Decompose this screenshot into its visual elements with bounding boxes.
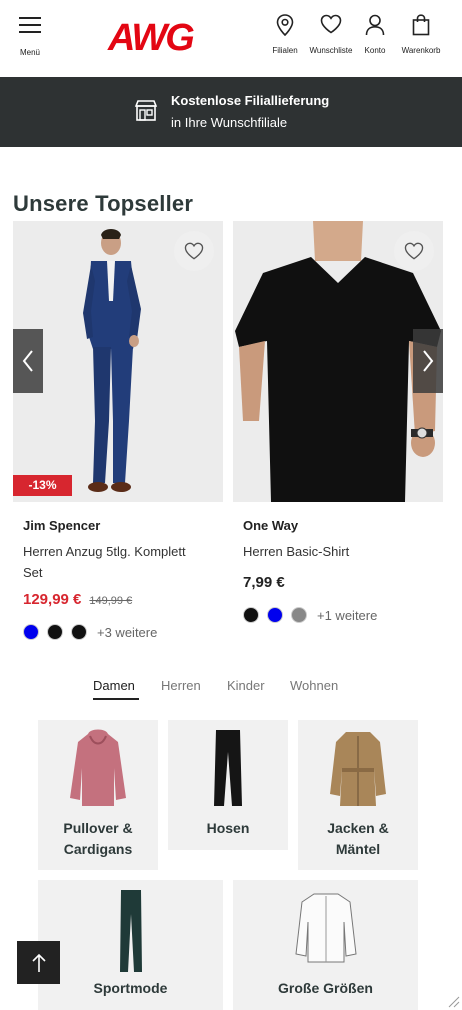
- resize-grip-icon[interactable]: [446, 994, 460, 1008]
- svg-text:AWG: AWG: [107, 17, 194, 56]
- color-swatches: +1 weitere: [243, 607, 443, 623]
- color-swatch-blue[interactable]: [23, 624, 39, 640]
- discount-badge: -13%: [13, 475, 72, 496]
- product-card[interactable]: One Way Herren Basic-Shirt 7,99 € +1 wei…: [233, 221, 443, 623]
- konto-button[interactable]: Konto: [360, 14, 390, 55]
- wunschliste-label: Wunschliste: [309, 46, 353, 55]
- category-label: Große Größen: [278, 980, 373, 996]
- tab-kinder[interactable]: Kinder: [227, 678, 265, 693]
- product-card[interactable]: -13% Jim Spencer Herren Anzug 5tlg. Komp…: [13, 221, 223, 640]
- promo-subtitle: in Ihre Wunschfiliale: [171, 115, 288, 130]
- more-colors-link[interactable]: +3 weitere: [97, 625, 157, 640]
- category-label: Mäntel: [335, 841, 381, 857]
- wunschliste-button[interactable]: Wunschliste: [306, 14, 356, 55]
- chevron-right-icon: [423, 350, 434, 372]
- more-colors-link[interactable]: +1 weitere: [317, 608, 377, 623]
- product-name[interactable]: Herren Basic-Shirt: [243, 541, 428, 562]
- chevron-left-icon: [22, 350, 33, 372]
- color-swatches: +3 weitere: [23, 624, 223, 640]
- section-title: Unsere Topseller: [13, 191, 194, 216]
- carousel-prev-button[interactable]: [13, 329, 43, 393]
- user-icon: [365, 14, 385, 36]
- color-swatch-black[interactable]: [243, 607, 259, 623]
- pullover-image: [70, 729, 126, 806]
- category-tabs: Damen Herren Kinder Wohnen: [0, 678, 462, 700]
- arrow-up-icon: [31, 953, 46, 972]
- category-tile-jacken[interactable]: Jacken & Mäntel: [298, 720, 418, 870]
- product-brand[interactable]: One Way: [243, 518, 443, 533]
- product-price: 129,99 € 149,99 €: [23, 591, 223, 608]
- product-price: 7,99 €: [243, 574, 443, 591]
- old-price: 149,99 €: [89, 595, 133, 607]
- trenchcoat-image: [330, 732, 386, 806]
- hamburger-icon: [19, 16, 41, 34]
- category-tile-sportmode[interactable]: Sportmode: [38, 880, 223, 1010]
- konto-label: Konto: [364, 46, 386, 55]
- wishlist-button[interactable]: [174, 231, 214, 271]
- tab-herren[interactable]: Herren: [161, 678, 201, 693]
- filialen-label: Filialen: [272, 46, 298, 55]
- heart-icon: [184, 242, 204, 260]
- location-pin-icon: [276, 14, 294, 36]
- category-tile-pullover[interactable]: Pullover & Cardigans: [38, 720, 158, 870]
- tab-damen[interactable]: Damen: [93, 678, 135, 693]
- site-header: Menü AWG Filialen Wunschliste Konto Ware…: [0, 0, 462, 77]
- trousers-image: [214, 730, 242, 806]
- category-label: Cardigans: [63, 841, 133, 857]
- color-swatch-black[interactable]: [47, 624, 63, 640]
- shopping-bag-icon: [412, 14, 430, 36]
- wishlist-button[interactable]: [394, 231, 434, 271]
- heart-icon: [404, 242, 424, 260]
- product-image[interactable]: [233, 221, 443, 502]
- color-swatch-grey[interactable]: [291, 607, 307, 623]
- awg-logo[interactable]: AWG: [106, 16, 208, 56]
- back-to-top-button[interactable]: [17, 941, 60, 984]
- regular-price: 7,99 €: [243, 574, 285, 591]
- menu-button[interactable]: Menü: [14, 14, 46, 57]
- category-label: Pullover &: [63, 820, 133, 836]
- category-tile-grosse-groessen[interactable]: Große Größen: [233, 880, 418, 1010]
- carousel-next-button[interactable]: [413, 329, 443, 393]
- product-image[interactable]: -13%: [13, 221, 223, 502]
- category-tile-hosen[interactable]: Hosen: [168, 720, 288, 850]
- sale-price: 129,99 €: [23, 591, 82, 608]
- product-name[interactable]: Herren Anzug 5tlg. Komplett Set: [23, 541, 208, 583]
- promo-banner[interactable]: Kostenlose Filiallieferung in Ihre Wunsc…: [0, 77, 462, 147]
- menu-label: Menü: [19, 48, 40, 57]
- store-icon: [134, 100, 158, 121]
- product-brand[interactable]: Jim Spencer: [23, 518, 223, 533]
- leggings-image: [119, 890, 142, 972]
- category-label: Sportmode: [93, 980, 168, 996]
- category-label: Jacken &: [327, 820, 389, 836]
- filialen-button[interactable]: Filialen: [270, 14, 300, 55]
- category-label: Hosen: [206, 820, 250, 836]
- warenkorb-button[interactable]: Warenkorb: [396, 14, 446, 55]
- denim-jacket-image: [294, 893, 357, 963]
- heart-icon: [320, 14, 342, 34]
- color-swatch-blue[interactable]: [267, 607, 283, 623]
- color-swatch-black[interactable]: [71, 624, 87, 640]
- warenkorb-label: Warenkorb: [401, 46, 441, 55]
- tab-wohnen[interactable]: Wohnen: [290, 678, 338, 693]
- promo-title: Kostenlose Filiallieferung: [171, 93, 330, 108]
- active-tab-indicator: [93, 698, 139, 700]
